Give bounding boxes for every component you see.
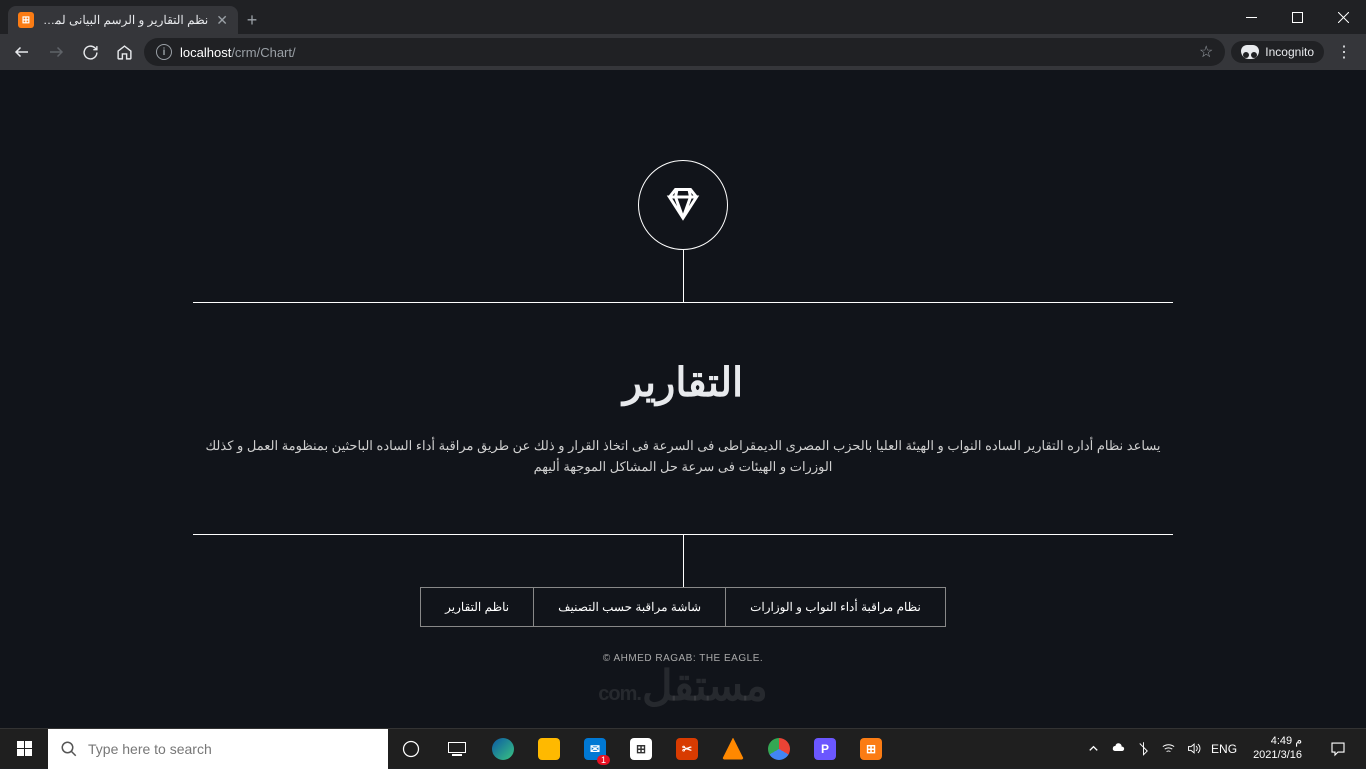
browser-toolbar: i localhost/crm/Chart/ ☆ Incognito ⋮ bbox=[0, 34, 1366, 70]
back-button[interactable] bbox=[8, 38, 36, 66]
windows-logo-icon bbox=[17, 741, 32, 756]
start-button[interactable] bbox=[0, 729, 48, 769]
action-center-button[interactable] bbox=[1318, 740, 1358, 758]
tab-title: نظم التقارير و الرسم البيانى لمنظو bbox=[42, 13, 208, 27]
browser-tab[interactable]: ⊞ نظم التقارير و الرسم البيانى لمنظو ✕ bbox=[8, 6, 238, 34]
snip-app-icon[interactable]: ✂ bbox=[664, 729, 710, 769]
page-description: يساعد نظام أداره التقارير الساده النواب … bbox=[193, 436, 1173, 478]
tab-reports-organizer[interactable]: ناظم التقارير bbox=[420, 587, 533, 627]
taskbar-clock[interactable]: 4:49 م 2021/3/16 bbox=[1247, 735, 1308, 761]
vertical-connector bbox=[683, 250, 684, 302]
onedrive-icon[interactable] bbox=[1111, 741, 1126, 756]
page-title: التقارير bbox=[193, 359, 1173, 406]
bookmark-icon[interactable]: ☆ bbox=[1199, 42, 1213, 62]
search-placeholder: Type here to search bbox=[88, 741, 212, 757]
section-tabs: نظام مراقبة أداء النواب و الوزارات شاشة … bbox=[193, 587, 1173, 627]
watermark: مستقل.com bbox=[598, 661, 767, 710]
incognito-indicator[interactable]: Incognito bbox=[1231, 41, 1324, 63]
reload-button[interactable] bbox=[76, 38, 104, 66]
language-indicator[interactable]: ENG bbox=[1211, 742, 1237, 756]
vlc-app-icon[interactable] bbox=[710, 729, 756, 769]
page-content: التقارير يساعد نظام أداره التقارير الساد… bbox=[0, 70, 1366, 728]
taskbar-apps: ✉1 ⊞ ✂ P ⊞ bbox=[388, 729, 894, 769]
mail-badge: 1 bbox=[597, 755, 610, 765]
store-app-icon[interactable]: ⊞ bbox=[618, 729, 664, 769]
taskbar-search[interactable]: Type here to search bbox=[48, 729, 388, 769]
close-tab-icon[interactable]: ✕ bbox=[216, 12, 228, 29]
xampp-favicon-icon: ⊞ bbox=[18, 12, 34, 28]
copyright-text: © AHMED RAGAB: THE EAGLE. bbox=[0, 653, 1366, 664]
system-tray: ENG 4:49 م 2021/3/16 bbox=[1078, 735, 1366, 761]
address-bar[interactable]: i localhost/crm/Chart/ ☆ bbox=[144, 38, 1225, 66]
hero-diamond-circle bbox=[638, 160, 728, 250]
browser-titlebar: ⊞ نظم التقارير و الرسم البيانى لمنظو ✕ + bbox=[0, 0, 1366, 34]
incognito-label: Incognito bbox=[1265, 45, 1314, 59]
diamond-icon bbox=[665, 185, 701, 226]
mail-app-icon[interactable]: ✉1 bbox=[572, 729, 618, 769]
edge-app-icon[interactable] bbox=[480, 729, 526, 769]
clock-date: 2021/3/16 bbox=[1253, 749, 1302, 762]
tray-chevron-icon[interactable] bbox=[1086, 741, 1101, 756]
tab-monitoring-deputies[interactable]: نظام مراقبة أداء النواب و الوزارات bbox=[725, 587, 946, 627]
browser-menu-button[interactable]: ⋮ bbox=[1330, 42, 1358, 62]
volume-icon[interactable] bbox=[1186, 741, 1201, 756]
tab-monitoring-classification[interactable]: شاشة مراقبة حسب التصنيف bbox=[533, 587, 725, 627]
wifi-icon[interactable] bbox=[1161, 741, 1176, 756]
clock-time: 4:49 م bbox=[1253, 735, 1302, 748]
horizontal-divider-top bbox=[193, 302, 1173, 303]
task-view-button[interactable] bbox=[434, 729, 480, 769]
search-icon bbox=[60, 740, 78, 758]
bluetooth-icon[interactable] bbox=[1136, 741, 1151, 756]
xampp-app-icon[interactable]: ⊞ bbox=[848, 729, 894, 769]
site-info-icon[interactable]: i bbox=[156, 44, 172, 60]
close-window-button[interactable] bbox=[1320, 0, 1366, 34]
window-controls bbox=[1228, 0, 1366, 34]
phpstorm-app-icon[interactable]: P bbox=[802, 729, 848, 769]
file-explorer-icon[interactable] bbox=[526, 729, 572, 769]
vertical-connector-bottom bbox=[683, 535, 684, 587]
forward-button[interactable] bbox=[42, 38, 70, 66]
home-button[interactable] bbox=[110, 38, 138, 66]
maximize-button[interactable] bbox=[1274, 0, 1320, 34]
url-text: localhost/crm/Chart/ bbox=[180, 45, 296, 60]
chrome-app-icon[interactable] bbox=[756, 729, 802, 769]
incognito-icon bbox=[1241, 45, 1259, 59]
windows-taskbar: Type here to search ✉1 ⊞ ✂ P ⊞ ENG 4:49 … bbox=[0, 728, 1366, 768]
new-tab-button[interactable]: + bbox=[238, 6, 266, 34]
cortana-button[interactable] bbox=[388, 729, 434, 769]
minimize-button[interactable] bbox=[1228, 0, 1274, 34]
